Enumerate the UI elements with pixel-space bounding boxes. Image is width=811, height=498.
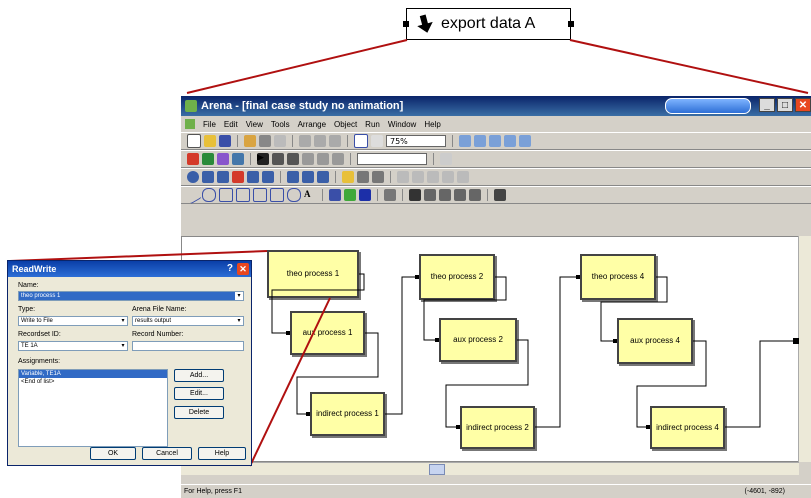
record-number-label: Record Number: [132, 331, 184, 338]
chevron-down-icon[interactable]: ▾ [235, 292, 243, 300]
name-field[interactable]: theo process 1 ▾ [18, 291, 244, 301]
file-name-value: results output [135, 318, 172, 324]
readwrite-dialog: ReadWrite ? ✕ Name: theo process 1 ▾ Typ… [7, 260, 252, 466]
assignments-label: Assignments: [18, 358, 61, 365]
dialog-titlebar[interactable]: ReadWrite ? ✕ [8, 261, 251, 277]
name-value: theo process 1 [21, 293, 61, 299]
help-question-icon[interactable]: ? [227, 261, 233, 277]
list-item[interactable]: Variable, TE1A [19, 370, 167, 378]
type-label: Type: [18, 306, 36, 313]
dialog-close-button[interactable]: ✕ [237, 263, 249, 275]
record-number-field[interactable] [132, 341, 244, 351]
delete-button[interactable]: Delete [174, 406, 224, 419]
chevron-down-icon[interactable]: ▾ [119, 317, 127, 325]
type-select[interactable]: Write to File ▾ [18, 316, 128, 326]
add-button[interactable]: Add... [174, 369, 224, 382]
recordset-label: Recordset ID: [18, 331, 61, 338]
assignments-list[interactable]: Variable, TE1A <End of list> [18, 369, 168, 447]
recordset-value: TE 1A [21, 343, 38, 349]
dialog-title: ReadWrite [12, 264, 57, 274]
file-name-label: Arena File Name: [132, 306, 187, 313]
cancel-button[interactable]: Cancel [142, 447, 192, 460]
name-label: Name: [18, 282, 39, 289]
chevron-down-icon[interactable]: ▾ [119, 342, 127, 350]
recordset-select[interactable]: TE 1A ▾ [18, 341, 128, 351]
help-button[interactable]: Help [198, 447, 246, 460]
edit-button[interactable]: Edit... [174, 387, 224, 400]
file-name-select[interactable]: results output ▾ [132, 316, 244, 326]
list-item[interactable]: <End of list> [19, 378, 167, 386]
type-value: Write to File [21, 318, 53, 324]
chevron-down-icon[interactable]: ▾ [235, 317, 243, 325]
ok-button[interactable]: OK [90, 447, 136, 460]
